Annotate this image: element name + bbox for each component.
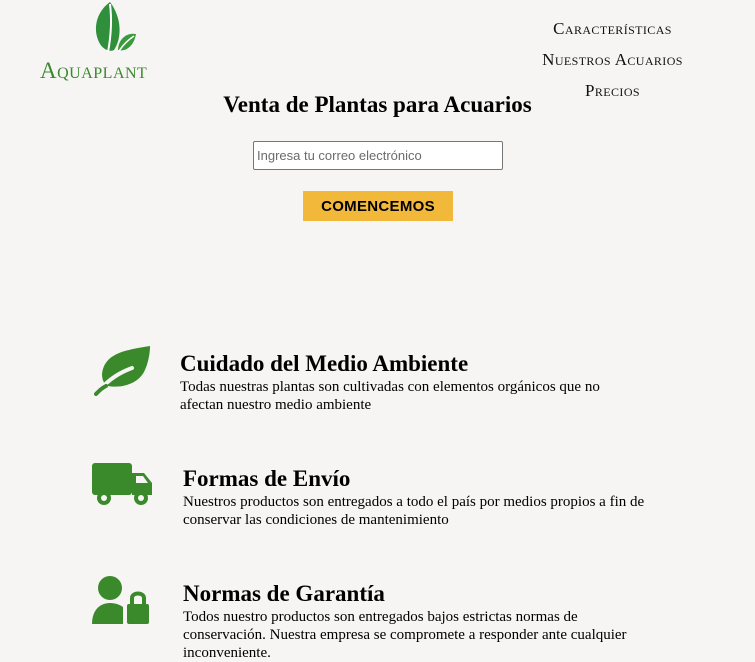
brand-logo[interactable]: Aquaplant	[40, 0, 200, 90]
email-input[interactable]	[253, 141, 503, 170]
feature-text: Nuestros productos son entregados a todo…	[183, 494, 645, 528]
feature-title: Normas de Garantía	[183, 581, 385, 606]
brand-name: Aquaplant	[40, 58, 148, 83]
feature-environment: Cuidado del Medio Ambiente Todas nuestra…	[0, 340, 755, 420]
nav-item-caracteristicas[interactable]: Características	[510, 17, 715, 48]
page-title: Venta de Plantas para Acuarios	[223, 92, 532, 117]
feature-text: Todas nuestras plantas son cultivadas co…	[180, 379, 600, 413]
nav-item-nuestros-acuarios[interactable]: Nuestros Acuarios	[510, 48, 715, 79]
start-button[interactable]: COMENCEMOS	[303, 191, 453, 221]
feature-shipping: Formas de Envío Nuestros productos son e…	[0, 455, 755, 535]
leaf-icon	[94, 346, 150, 396]
leaf-logo-icon	[95, 2, 136, 53]
truck-icon	[92, 463, 152, 505]
feature-title: Cuidado del Medio Ambiente	[180, 351, 469, 376]
feature-warranty: Normas de Garantía Todos nuestro product…	[0, 570, 755, 661]
feature-title: Formas de Envío	[183, 466, 351, 491]
feature-text: Todos nuestro productos son entregados b…	[183, 609, 627, 661]
user-lock-icon	[92, 576, 149, 624]
